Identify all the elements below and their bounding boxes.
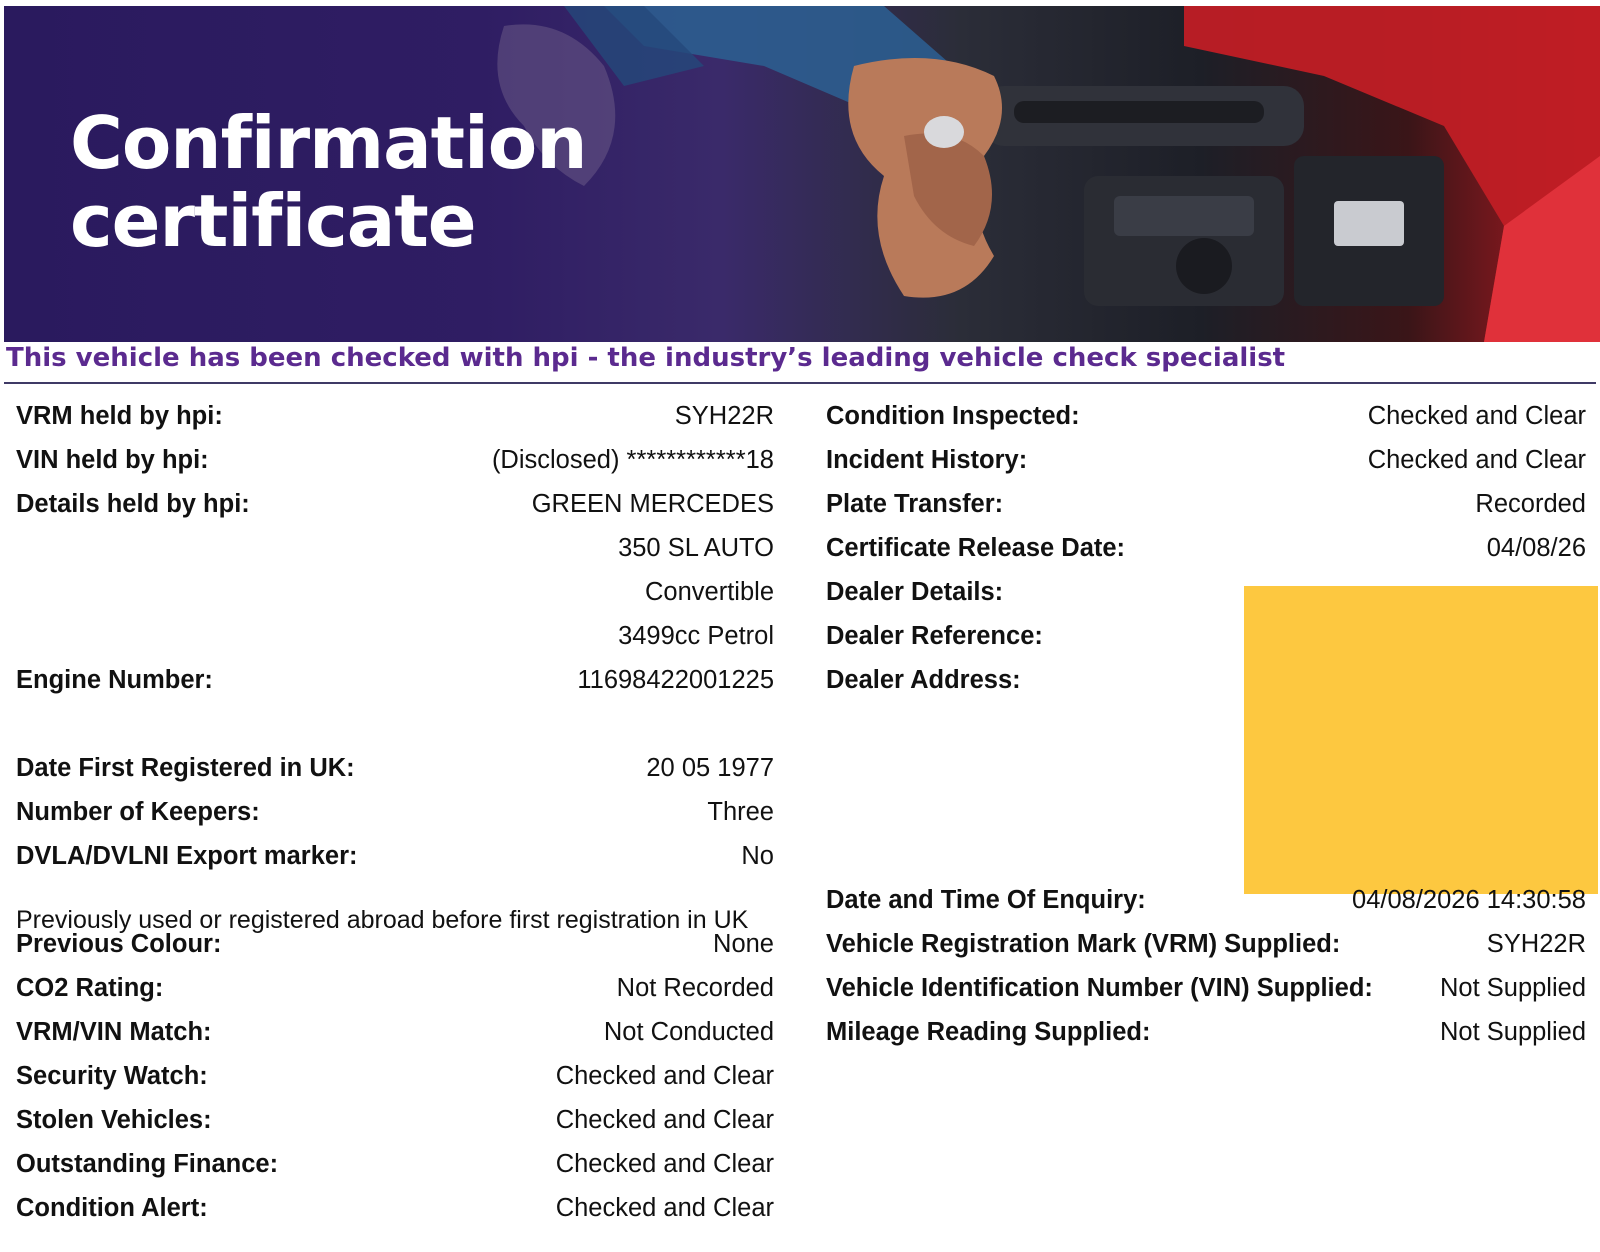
certificate-release-date-row: Certificate Release Date: 04/08/26 <box>826 528 1586 568</box>
row-label: DVLA/DVLNI Export marker: <box>16 842 358 870</box>
row-label: Previous Colour: <box>16 930 222 958</box>
details-held-row: Details held by hpi: GREEN MERCEDES <box>16 484 774 524</box>
row-value: 3499cc Petrol <box>618 622 774 650</box>
plate-transfer-row: Plate Transfer: Recorded <box>826 484 1586 524</box>
vrm-supplied-row: Vehicle Registration Mark (VRM) Supplied… <box>826 924 1586 964</box>
row-label: Mileage Reading Supplied: <box>826 1018 1151 1046</box>
details-body-row: Convertible <box>16 572 774 612</box>
row-label: Engine Number: <box>16 666 213 694</box>
row-label: Dealer Address: <box>826 666 1021 694</box>
enquiry-datetime-row: Date and Time Of Enquiry: 04/08/2026 14:… <box>826 880 1586 920</box>
certificate-title: Confirmation certificate <box>70 101 588 263</box>
outstanding-finance-row: Outstanding Finance: Checked and Clear <box>16 1144 774 1184</box>
mileage-supplied-row: Mileage Reading Supplied: Not Supplied <box>826 1012 1586 1052</box>
previous-colour-row: Previous Colour: None <box>16 924 774 964</box>
row-value: Not Supplied <box>1439 1018 1586 1046</box>
vin-supplied-row: Vehicle Identification Number (VIN) Supp… <box>826 968 1586 1008</box>
row-value: SYH22R <box>674 402 774 430</box>
row-value: Checked and Clear <box>555 1194 774 1222</box>
condition-alert-row: Condition Alert: Checked and Clear <box>16 1188 774 1228</box>
engine-number-row: Engine Number: 11698422001225 <box>16 660 774 700</box>
row-label: VRM held by hpi: <box>16 402 223 430</box>
vrm-held-row: VRM held by hpi: SYH22R <box>16 396 774 436</box>
row-value: Checked and Clear <box>555 1062 774 1090</box>
stolen-vehicles-row: Stolen Vehicles: Checked and Clear <box>16 1100 774 1140</box>
row-label: Details held by hpi: <box>16 490 250 518</box>
row-value: GREEN MERCEDES <box>531 490 774 518</box>
row-label: CO2 Rating: <box>16 974 164 1002</box>
row-value: Checked and Clear <box>555 1106 774 1134</box>
dealer-redaction-block <box>1244 586 1598 894</box>
row-label: Security Watch: <box>16 1062 208 1090</box>
row-value: Recorded <box>1475 490 1586 518</box>
row-label: Stolen Vehicles: <box>16 1106 212 1134</box>
row-value: No <box>741 842 774 870</box>
row-value: Three <box>707 798 774 826</box>
export-marker-row: DVLA/DVLNI Export marker: No <box>16 836 774 876</box>
security-watch-row: Security Watch: Checked and Clear <box>16 1056 774 1096</box>
row-label: Dealer Reference: <box>826 622 1043 650</box>
row-label: VRM/VIN Match: <box>16 1018 212 1046</box>
row-value: Checked and Clear <box>1367 402 1586 430</box>
vrm-vin-match-row: VRM/VIN Match: Not Conducted <box>16 1012 774 1052</box>
row-value: Convertible <box>645 578 774 606</box>
row-label: Vehicle Registration Mark (VRM) Supplied… <box>826 930 1341 958</box>
condition-inspected-row: Condition Inspected: Checked and Clear <box>826 396 1586 436</box>
row-label: Plate Transfer: <box>826 490 1004 518</box>
row-label: Date First Registered in UK: <box>16 754 355 782</box>
number-of-keepers-row: Number of Keepers: Three <box>16 792 774 832</box>
row-label: Condition Inspected: <box>826 402 1080 430</box>
row-value: (Disclosed) ************18 <box>491 446 774 474</box>
header-banner: Confirmation certificate <box>4 6 1600 342</box>
row-label: Number of Keepers: <box>16 798 260 826</box>
row-label: Condition Alert: <box>16 1194 208 1222</box>
row-value: 11698422001225 <box>577 666 774 694</box>
row-value: None <box>713 930 774 958</box>
vin-held-row: VIN held by hpi: (Disclosed) ***********… <box>16 440 774 480</box>
row-value: SYH22R <box>1486 930 1586 958</box>
row-label: Outstanding Finance: <box>16 1150 279 1178</box>
date-first-registered-row: Date First Registered in UK: 20 05 1977 <box>16 748 774 788</box>
row-label: Date and Time Of Enquiry: <box>826 886 1146 914</box>
row-value: Checked and Clear <box>1367 446 1586 474</box>
row-value: 04/08/26 <box>1486 534 1586 562</box>
row-label: Dealer Details: <box>826 578 1004 606</box>
row-label: VIN held by hpi: <box>16 446 209 474</box>
row-value: Checked and Clear <box>555 1150 774 1178</box>
details-model-row: 350 SL AUTO <box>16 528 774 568</box>
row-value: Not Recorded <box>616 974 774 1002</box>
co2-rating-row: CO2 Rating: Not Recorded <box>16 968 774 1008</box>
row-value: Not Conducted <box>603 1018 774 1046</box>
row-label: Vehicle Identification Number (VIN) Supp… <box>826 974 1373 1002</box>
row-label: Incident History: <box>826 446 1028 474</box>
row-value: 20 05 1977 <box>646 754 774 782</box>
section-divider <box>4 382 1596 384</box>
incident-history-row: Incident History: Checked and Clear <box>826 440 1586 480</box>
details-engine-row: 3499cc Petrol <box>16 616 774 656</box>
row-value: 04/08/2026 14:30:58 <box>1352 886 1586 914</box>
row-value: Not Supplied <box>1439 974 1586 1002</box>
row-label: Certificate Release Date: <box>826 534 1126 562</box>
hpi-tagline: This vehicle has been checked with hpi -… <box>6 343 1286 373</box>
row-value: 350 SL AUTO <box>618 534 774 562</box>
